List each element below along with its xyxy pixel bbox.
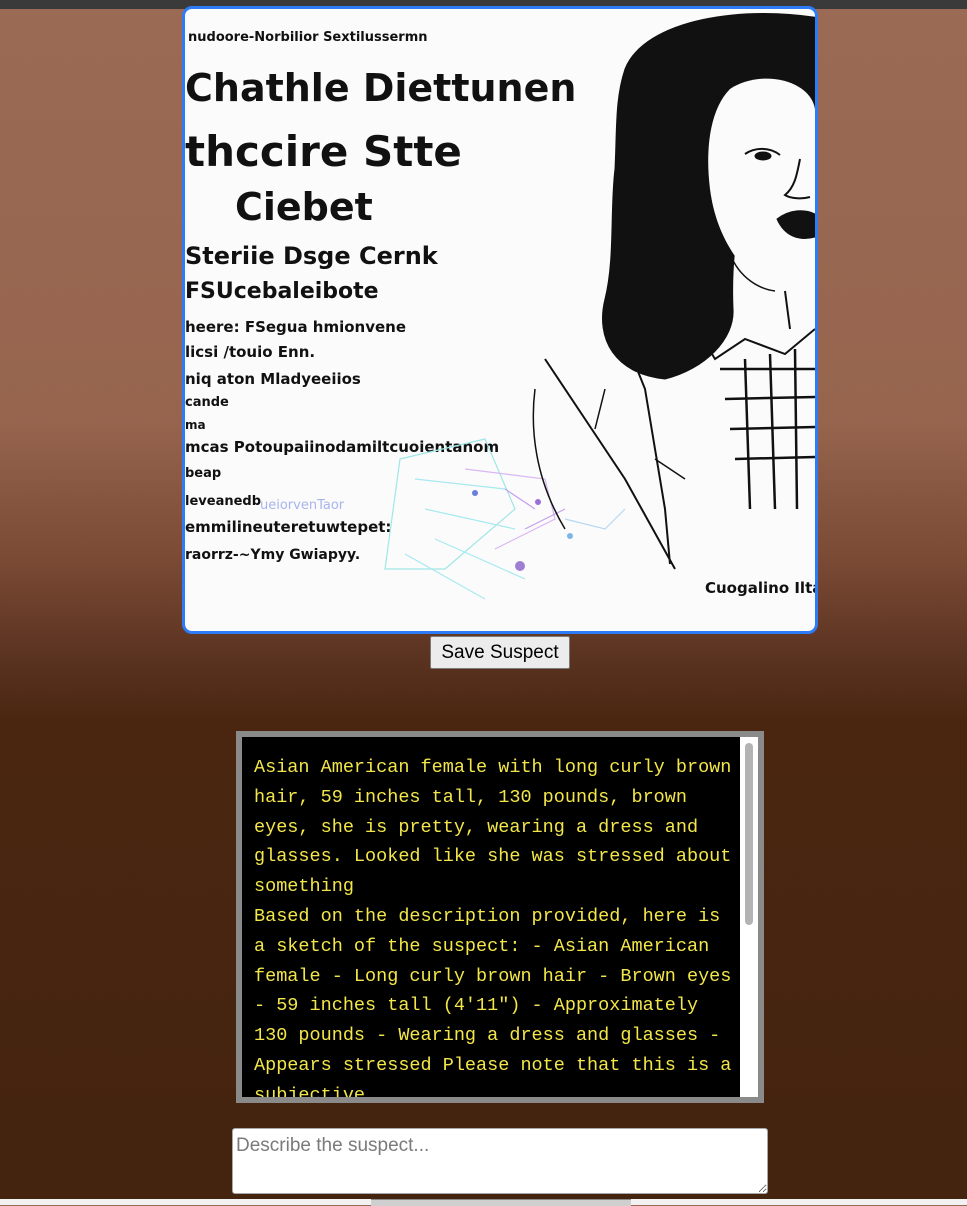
suspect-sketch-image: nudoore-Norbilior Sextilussermn Chathle … (182, 6, 818, 634)
sketch-line: emmilineuteretuwtepet: (185, 518, 391, 536)
assistant-message: Based on the description provided, here … (254, 905, 732, 1103)
log-scrollbar[interactable] (740, 737, 758, 1097)
conversation-log[interactable]: Asian American female with long curly br… (236, 731, 764, 1103)
sketch-line: raorrz-~Ymy Gwiapyy. (185, 547, 360, 563)
sketch-subtitle-1: Steriie Dsge Cernk (185, 242, 439, 270)
sketch-header-text: nudoore-Norbilior Sextilussermn (188, 30, 428, 45)
sketch-subtitle-2: FSUcebaleibote (185, 279, 379, 304)
describe-suspect-input[interactable] (232, 1128, 768, 1194)
sketch-faint-text: ueiorvenTaor (260, 498, 345, 513)
sketch-line: heere: FSegua hmionvene (185, 318, 406, 336)
log-scrollbar-thumb[interactable] (745, 743, 753, 925)
page-bottom-strip (0, 1199, 967, 1206)
log-content: Asian American female with long curly br… (254, 753, 732, 1103)
user-message: Asian American female with long curly br… (254, 757, 732, 898)
save-suspect-button[interactable]: Save Suspect (430, 636, 570, 669)
sketch-line: leveanedb (185, 494, 261, 509)
sketch-color-scribbles (384, 438, 626, 600)
sketch-signature: Cuogalino Ilta (705, 579, 815, 597)
sketch-line: cande (185, 395, 229, 410)
sketch-line: licsi /touio Enn. (185, 343, 315, 361)
sketch-title-line-2: thccire Stte (185, 127, 462, 176)
sketch-title-line-3: Ciebet (235, 185, 373, 229)
sketch-line: beap (185, 466, 221, 481)
sketch-line: niq aton Mladyeeiios (185, 370, 361, 388)
sketch-title-line-1: Chathle Diettunen (185, 66, 576, 110)
sketch-line: ma (185, 418, 206, 432)
